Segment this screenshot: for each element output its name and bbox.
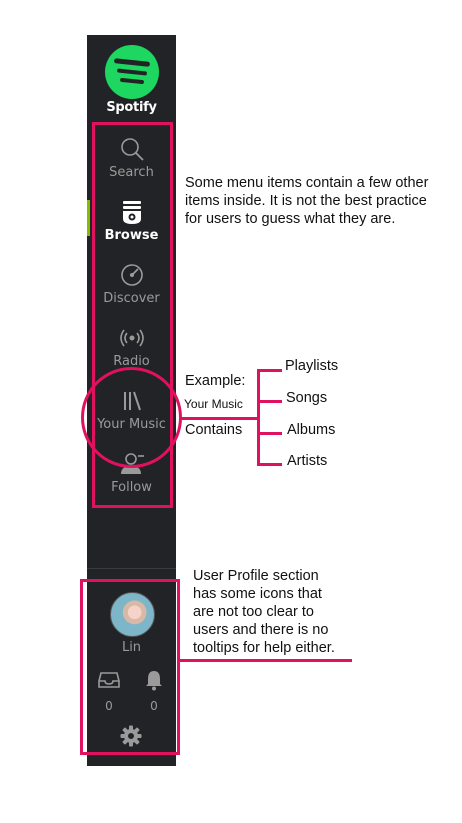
menu-note: Some menu items contain a few other item…: [185, 175, 429, 227]
profile-connector-line: [180, 659, 352, 662]
connector-line: [180, 417, 258, 420]
your-music-highlight-circle: [81, 367, 182, 468]
contained-item: Playlists: [285, 358, 339, 374]
contained-item: Songs: [286, 390, 328, 406]
example-item: Your Music: [184, 397, 243, 411]
bracket-tick: [257, 432, 282, 435]
sidebar-divider: [87, 568, 176, 569]
bracket-tick: [257, 400, 282, 403]
example-label: Example:: [185, 373, 246, 389]
spotify-logo[interactable]: [105, 45, 159, 99]
profile-highlight-box: [80, 579, 180, 755]
contained-item: Artists: [287, 453, 328, 469]
bracket-tick: [257, 369, 282, 372]
brand-name: Spotify: [106, 100, 157, 115]
contained-item: Albums: [287, 422, 336, 438]
contains-label: Contains: [185, 422, 243, 438]
profile-note: User Profile section has some icons that…: [193, 568, 335, 656]
bracket-tick: [257, 463, 282, 466]
bracket-line: [257, 370, 260, 465]
